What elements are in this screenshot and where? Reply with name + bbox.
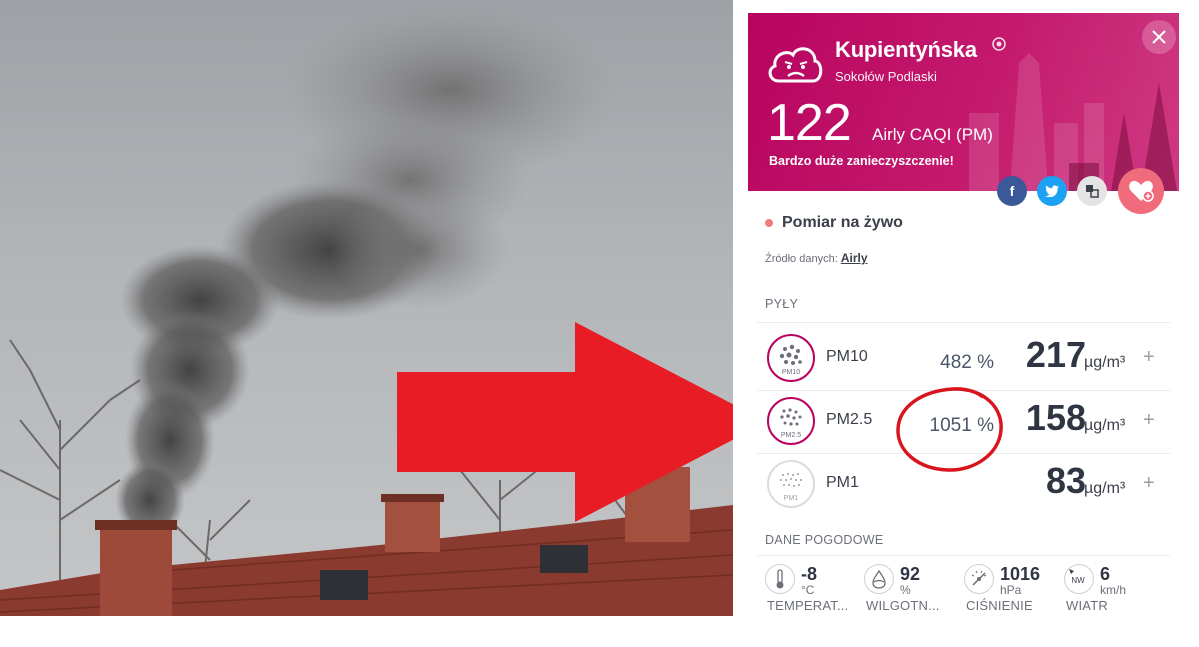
pm10-name: PM10	[826, 348, 868, 365]
humidity-value: 92	[900, 564, 921, 584]
temperature-value: -8	[801, 564, 818, 584]
caqi-index-label: Airly CAQI (PM)	[872, 125, 993, 144]
pm1-unit: µg/m³	[1084, 480, 1126, 497]
pm10-unit: µg/m³	[1084, 354, 1126, 371]
pressure-label: CIŚNIENIE	[966, 598, 1033, 613]
red-arrow	[397, 322, 767, 522]
pressure-unit: hPa	[1000, 583, 1022, 597]
pm10-icon-label: PM10	[782, 369, 800, 376]
wind-widget: NW 6 km/h WIATR	[1064, 562, 1164, 618]
humidity-label: WILGOTN...	[866, 598, 940, 613]
twitter-share-button[interactable]	[1037, 176, 1067, 206]
location-target-icon[interactable]	[991, 36, 1007, 52]
pm1-name: PM1	[826, 474, 859, 491]
pm1-expand-button[interactable]: +	[1143, 472, 1155, 495]
pm1-icon: PM1	[767, 460, 815, 508]
caqi-header: Kupientyńska Sokołów Podlaski 122 Airly …	[748, 13, 1179, 191]
pm25-value: 158	[1025, 397, 1086, 438]
add-favorite-button[interactable]	[1118, 168, 1164, 214]
twitter-icon	[1045, 185, 1059, 197]
weather-section-title: DANE POGODOWE	[765, 533, 884, 547]
divider	[757, 555, 1170, 556]
pressure-widget: 1016 hPa CIŚNIENIE	[964, 562, 1062, 618]
divider	[757, 322, 1170, 323]
pressure-gauge-icon	[964, 564, 994, 594]
humidity-icon	[864, 564, 894, 594]
cloud-face-icon	[768, 47, 823, 83]
wind-value: 6	[1100, 564, 1111, 584]
humidity-widget: 92 % WILGOTN...	[864, 562, 959, 618]
smoke-photo	[0, 0, 733, 616]
temperature-unit: °C	[801, 583, 815, 597]
pm25-icon: PM2.5	[767, 397, 815, 445]
wind-direction-label: NW	[1071, 576, 1085, 585]
facebook-share-button[interactable]: f	[997, 176, 1027, 206]
embed-widget-button[interactable]	[1077, 176, 1107, 206]
highlight-circle-annotation	[896, 387, 1003, 472]
pm10-icon: PM10	[767, 334, 815, 382]
data-source: Źródło danych: Airly	[765, 251, 868, 265]
pm1-value: 83	[1045, 460, 1086, 501]
pm1-icon-label: PM1	[784, 495, 799, 502]
heart-plus-icon	[1129, 180, 1154, 202]
wind-label: WIATR	[1066, 598, 1108, 613]
city-name: Sokołów Podlaski	[835, 69, 937, 84]
humidity-unit: %	[900, 583, 911, 597]
particles-section-title: PYŁY	[765, 297, 799, 311]
embed-icon	[1086, 185, 1099, 198]
station-name: Kupientyńska	[835, 37, 977, 62]
pm25-icon-label: PM2.5	[781, 432, 801, 439]
data-source-label: Źródło danych:	[765, 253, 838, 265]
facebook-icon: f	[1009, 183, 1015, 199]
screenshot: Kupientyńska Sokołów Podlaski 122 Airly …	[0, 0, 1199, 647]
pm25-expand-button[interactable]: +	[1143, 409, 1155, 432]
pm25-name: PM2.5	[826, 411, 873, 428]
live-measurement-title: Pomiar na żywo	[782, 214, 903, 231]
wind-unit: km/h	[1100, 583, 1127, 597]
close-button[interactable]	[1142, 20, 1176, 54]
thermometer-icon	[765, 564, 795, 594]
live-indicator-dot	[765, 219, 773, 227]
pm10-value: 217	[1025, 334, 1086, 375]
pm10-expand-button[interactable]: +	[1143, 346, 1155, 369]
temperature-label: TEMPERAT...	[767, 598, 849, 613]
data-source-link[interactable]: Airly	[841, 251, 868, 265]
pm10-percent: 482 %	[940, 352, 994, 373]
close-icon	[1152, 30, 1166, 44]
pm10-row[interactable]: PM10 PM10 482 % 217 µg/m³ +	[757, 328, 1170, 390]
temperature-widget: -8 °C TEMPERAT...	[765, 562, 860, 618]
wind-direction-icon: NW	[1064, 564, 1094, 594]
pm25-unit: µg/m³	[1084, 417, 1126, 434]
caqi-description: Bardzo duże zanieczyszczenie!	[769, 154, 954, 168]
caqi-index-value: 122	[767, 94, 852, 152]
pressure-value: 1016	[1000, 564, 1041, 584]
